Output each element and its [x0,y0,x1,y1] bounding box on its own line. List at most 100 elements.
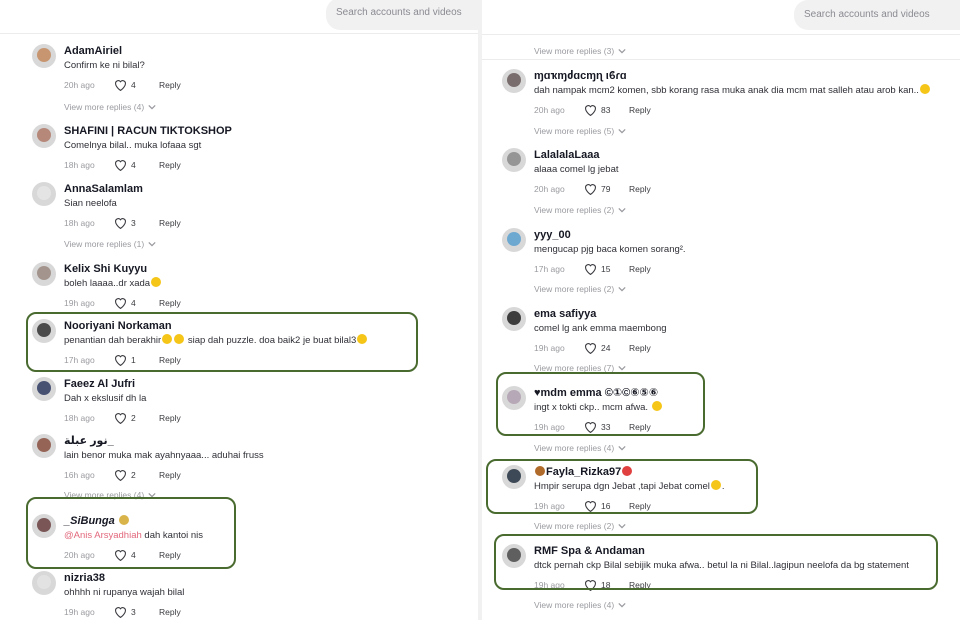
heart-icon [115,607,126,618]
comment-text: Comelnya bilal.. muka lofaaa sgt [64,140,202,151]
comment-text: dah nampak mcm2 komen, sbb korang rasa m… [534,84,952,98]
like-button[interactable]: 33 [584,421,617,433]
like-button[interactable]: 79 [584,183,617,195]
view-more-label: View more replies (4) [64,490,145,500]
reply-button[interactable]: Reply [159,469,181,481]
reply-button[interactable]: Reply [159,217,181,229]
butterfly-emoji-icon [535,466,545,476]
avatar[interactable] [32,571,56,595]
comment-username[interactable]: نور عبلة_ [64,434,452,448]
reply-button[interactable]: Reply [159,412,181,424]
comment-item: ɱɑҡɱძɑcɱɳ ιϐɾɑ dah nampak mcm2 komen, sb… [502,69,952,125]
view-more-replies[interactable]: View more replies (4) [64,102,156,112]
heart-eyes-emoji-icon [357,334,368,344]
comment-username[interactable]: Nooriyani Norkaman [64,319,452,333]
reply-button[interactable]: Reply [159,606,181,618]
comment-username[interactable]: Faeez Al Jufri [64,377,452,391]
reply-button[interactable]: Reply [159,79,181,91]
avatar[interactable] [502,148,526,172]
avatar[interactable] [502,465,526,489]
comment-username[interactable]: AdamAiriel [64,44,452,58]
avatar-image [37,438,51,452]
comment-username[interactable]: LalalalaLaaa [534,148,952,162]
reply-button[interactable]: Reply [629,263,651,275]
reply-button[interactable]: Reply [629,183,651,195]
reply-button[interactable]: Reply [629,104,651,116]
heart-icon [585,580,596,591]
comment-username[interactable]: Fayla_Rizka97 [534,465,952,479]
like-count: 4 [131,80,136,90]
like-button[interactable]: 24 [584,342,617,354]
like-count: 33 [601,422,611,432]
search-input[interactable]: Search accounts and videos [326,0,478,30]
like-button[interactable]: 2 [114,412,147,424]
comment-item: Kelix Shi Kuyyu boleh laaaa..dr xada 19h… [32,262,452,318]
comment-username[interactable]: ♥mdm emma ©①©⑥⑤⑥ [534,386,952,400]
view-more-replies[interactable]: View more replies (7) [534,363,626,373]
reply-button[interactable]: Reply [159,549,181,561]
reply-button[interactable]: Reply [159,159,181,171]
like-button[interactable]: 16 [584,500,617,512]
avatar[interactable] [502,544,526,568]
reply-button[interactable]: Reply [629,342,651,354]
view-more-replies[interactable]: View more replies (2) [534,521,626,531]
search-input[interactable]: Search accounts and videos [794,0,960,30]
like-button[interactable]: 2 [114,469,147,481]
like-button[interactable]: 4 [114,79,147,91]
comment-username[interactable]: nizria38 [64,571,452,585]
comment-username[interactable]: AnnaSalamlam [64,182,452,196]
comment-username[interactable]: ɱɑҡɱძɑcɱɳ ιϐɾɑ [534,69,952,83]
reply-button[interactable]: Reply [159,297,181,309]
comment-text: mengucap pjg baca komen sorang². [534,244,686,255]
comment-text: boleh laaaa..dr xada [64,277,452,291]
comment-item: Nooriyani Norkaman penantian dah berakhi… [32,319,452,375]
like-button[interactable]: 1 [114,354,147,366]
view-more-replies[interactable]: View more replies (1) [64,239,156,249]
view-more-replies[interactable]: View more replies (3) [534,46,626,56]
reply-button[interactable]: Reply [629,421,651,433]
avatar[interactable] [32,182,56,206]
avatar[interactable] [502,69,526,93]
view-more-replies[interactable]: View more replies (4) [534,443,626,453]
avatar[interactable] [32,377,56,401]
view-more-replies[interactable]: View more replies (5) [534,126,626,136]
reply-button[interactable]: Reply [629,500,651,512]
comment-username[interactable]: _SiBunga [64,514,452,528]
comment-username[interactable]: RMF Spa & Andaman [534,544,952,558]
comment-username[interactable]: yyy_00 [534,228,952,242]
view-more-replies[interactable]: View more replies (4) [534,600,626,610]
view-more-replies[interactable]: View more replies (2) [534,284,626,294]
avatar[interactable] [32,44,56,68]
avatar[interactable] [32,514,56,538]
comment-username[interactable]: ema safiyya [534,307,952,321]
avatar[interactable] [502,386,526,410]
comment-text-main: dah kantoi nis [141,530,204,541]
comment-username[interactable]: Kelix Shi Kuyyu [64,262,452,276]
view-more-label: View more replies (4) [534,600,615,610]
like-button[interactable]: 4 [114,297,147,309]
avatar[interactable] [32,124,56,148]
view-more-label: View more replies (2) [534,521,615,531]
comment-text-main: boleh laaaa..dr xada [64,278,151,289]
like-count: 18 [601,580,611,590]
like-button[interactable]: 83 [584,104,617,116]
comment-username[interactable]: SHAFINI | RACUN TIKTOKSHOP [64,124,452,138]
avatar[interactable] [32,319,56,343]
reply-button[interactable]: Reply [629,579,651,591]
like-button[interactable]: 4 [114,549,147,561]
view-more-replies[interactable]: View more replies (4) [64,490,156,500]
like-button[interactable]: 3 [114,217,147,229]
avatar[interactable] [502,307,526,331]
chevron-down-icon [618,445,626,451]
avatar[interactable] [32,434,56,458]
like-button[interactable]: 3 [114,606,147,618]
like-button[interactable]: 15 [584,263,617,275]
like-button[interactable]: 4 [114,159,147,171]
like-count: 2 [131,413,136,423]
mention-link[interactable]: @Anis Arsyadhiah [64,530,142,541]
like-button[interactable]: 18 [584,579,617,591]
view-more-replies[interactable]: View more replies (2) [534,205,626,215]
reply-button[interactable]: Reply [159,354,181,366]
avatar[interactable] [502,228,526,252]
avatar[interactable] [32,262,56,286]
